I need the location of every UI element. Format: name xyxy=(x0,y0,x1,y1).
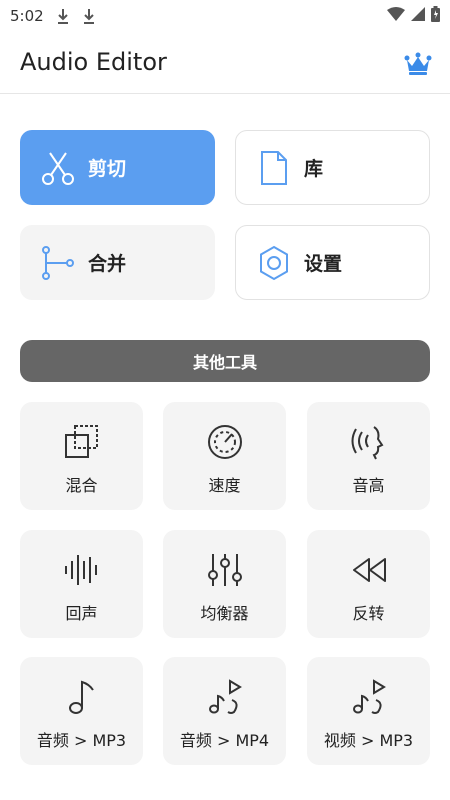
video-to-mp3-button[interactable]: 视频 > MP3 xyxy=(307,657,430,765)
settings-label: 设置 xyxy=(304,253,343,275)
pitch-button[interactable]: 音高 xyxy=(307,402,430,510)
cut-label: 剪切 xyxy=(88,158,127,180)
signal-icon xyxy=(411,7,425,21)
app-bar: Audio Editor xyxy=(0,32,450,94)
document-icon xyxy=(256,150,292,186)
tool-label: 回声 xyxy=(65,604,98,623)
echo-button[interactable]: 回声 xyxy=(20,530,143,638)
layers-icon xyxy=(62,422,102,462)
voice-icon xyxy=(349,422,389,462)
tool-label: 反转 xyxy=(352,604,385,623)
tool-label: 速度 xyxy=(208,476,241,495)
tool-label: 视频 > MP3 xyxy=(323,731,414,750)
rewind-icon xyxy=(349,550,389,590)
other-tools-header: 其他工具 xyxy=(20,340,430,382)
battery-icon xyxy=(431,6,440,22)
audio-to-mp4-button[interactable]: 音频 > MP4 xyxy=(163,657,286,765)
speedometer-icon xyxy=(205,422,245,462)
merge-button[interactable]: 合并 xyxy=(20,225,215,300)
audio-to-mp3-button[interactable]: 音频 > MP3 xyxy=(20,657,143,765)
tool-label: 音频 > MP3 xyxy=(36,731,127,750)
reverse-button[interactable]: 反转 xyxy=(307,530,430,638)
other-tools-title: 其他工具 xyxy=(192,353,257,372)
tool-label: 音高 xyxy=(352,476,385,495)
tool-label: 混合 xyxy=(65,476,98,495)
music-note-icon xyxy=(62,677,102,717)
download-indicators xyxy=(56,8,96,24)
download-icon xyxy=(57,9,68,24)
music-video-icon xyxy=(205,677,245,717)
premium-button[interactable] xyxy=(404,52,432,76)
download-icon xyxy=(83,9,94,24)
equalizer-button[interactable]: 均衡器 xyxy=(163,530,286,638)
tool-label: 均衡器 xyxy=(200,604,249,623)
status-time: 5:02 xyxy=(10,7,44,25)
app-title: Audio Editor xyxy=(20,48,167,76)
merge-icon xyxy=(40,245,76,281)
status-icons xyxy=(387,6,440,22)
waveform-icon xyxy=(62,550,102,590)
scissors-icon xyxy=(40,150,76,186)
settings-button[interactable]: 设置 xyxy=(235,225,430,300)
library-label: 库 xyxy=(304,158,324,180)
wifi-icon xyxy=(387,7,405,21)
status-bar: 5:02 xyxy=(0,0,450,32)
video-music-icon xyxy=(349,677,389,717)
cut-button[interactable]: 剪切 xyxy=(20,130,215,205)
tool-label: 音频 > MP4 xyxy=(179,731,270,750)
equalizer-icon xyxy=(205,550,245,590)
merge-label: 合并 xyxy=(88,253,127,275)
library-button[interactable]: 库 xyxy=(235,130,430,205)
mix-button[interactable]: 混合 xyxy=(20,402,143,510)
settings-icon xyxy=(256,245,292,281)
crown-icon xyxy=(404,52,432,75)
speed-button[interactable]: 速度 xyxy=(163,402,286,510)
